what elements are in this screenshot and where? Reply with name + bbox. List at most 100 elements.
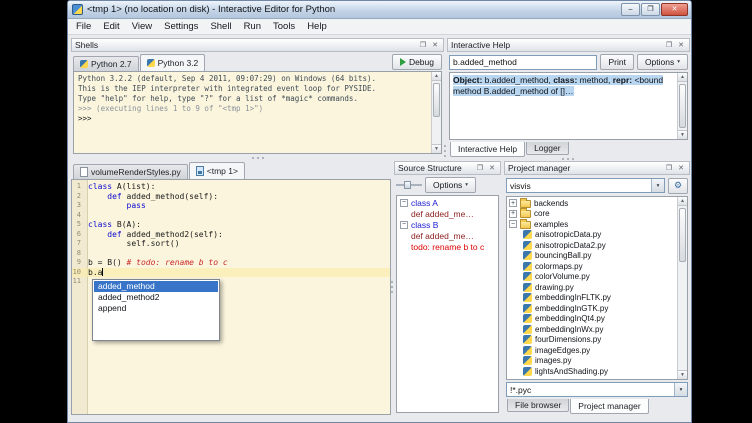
scrollbar-thumb[interactable]	[679, 84, 686, 128]
collapse-icon[interactable]: −	[400, 199, 408, 207]
autocomplete-item[interactable]: added_method	[94, 281, 218, 292]
menu-item-view[interactable]: View	[126, 20, 158, 33]
code-line[interactable]: 1class A(list):	[72, 182, 390, 192]
tree-item[interactable]: bouncingBall.py	[507, 251, 675, 262]
code-line[interactable]: 9b = B() # todo: rename b to c	[72, 258, 390, 268]
shell-tab[interactable]: Python 3.2	[140, 54, 206, 71]
tree-item[interactable]: embeddingInWx.py	[507, 324, 675, 335]
menu-item-file[interactable]: File	[70, 20, 97, 33]
splitter-handle[interactable]	[390, 275, 394, 299]
print-button[interactable]: Print	[600, 54, 633, 70]
structure-item[interactable]: def added_me…	[397, 208, 498, 219]
maximize-button[interactable]: ❐	[641, 3, 660, 16]
close-button[interactable]: ✕	[661, 3, 688, 16]
project-select[interactable]: visvis ▾	[506, 178, 665, 193]
help-dock-tab[interactable]: Logger	[526, 142, 568, 155]
autocomplete-item[interactable]: added_method2	[94, 292, 218, 303]
tool-dock-tab[interactable]: Project manager	[570, 399, 648, 414]
help-dock-tab[interactable]: Interactive Help	[450, 142, 525, 157]
depth-slider[interactable]	[396, 180, 422, 190]
project-config-button[interactable]: ⚙	[668, 178, 688, 194]
menu-item-help[interactable]: Help	[301, 20, 333, 33]
shell-tab[interactable]: Python 2.7	[73, 56, 139, 71]
tree-item[interactable]: embeddingInQt4.py	[507, 314, 675, 325]
float-icon[interactable]: ❐	[664, 41, 674, 49]
close-icon[interactable]: ✕	[487, 164, 497, 172]
chevron-down-icon[interactable]: ▾	[674, 383, 687, 396]
code-line[interactable]: 3 pass	[72, 201, 390, 211]
close-icon[interactable]: ✕	[676, 41, 686, 49]
collapse-icon[interactable]: −	[400, 221, 408, 229]
menu-item-shell[interactable]: Shell	[204, 20, 237, 33]
slider-handle[interactable]	[404, 181, 411, 189]
debug-button[interactable]: Debug	[392, 54, 442, 70]
tree-item[interactable]: anisotropicData.py	[507, 230, 675, 241]
tree-item[interactable]: embeddingInFLTK.py	[507, 293, 675, 304]
tree-item[interactable]: embeddingInGTK.py	[507, 303, 675, 314]
code-editor[interactable]: 1class A(list):2 def added_method(self):…	[71, 179, 391, 415]
expander-icon[interactable]: +	[509, 199, 517, 207]
splitter-handle[interactable]	[246, 156, 270, 160]
scroll-down-icon[interactable]: ▼	[678, 370, 687, 379]
tree-item[interactable]: anisotropicData2.py	[507, 240, 675, 251]
source-structure-titlebar[interactable]: Source Structure ❐ ✕	[394, 161, 501, 175]
structure-item[interactable]: −class B	[397, 219, 498, 230]
code-line[interactable]: 7 self.sort()	[72, 239, 390, 249]
tool-dock-tab[interactable]: File browser	[507, 399, 569, 412]
structure-options-button[interactable]: Options ▾	[425, 177, 476, 193]
minimize-button[interactable]: –	[621, 3, 640, 16]
menu-item-tools[interactable]: Tools	[267, 20, 301, 33]
structure-item[interactable]: −class A	[397, 197, 498, 208]
scrollbar-thumb[interactable]	[679, 208, 686, 262]
shell-output[interactable]: Python 3.2.2 (default, Sep 4 2011, 09:07…	[73, 71, 442, 154]
code-line[interactable]: 2 def added_method(self):	[72, 192, 390, 202]
code-line[interactable]: 5class B(A):	[72, 220, 390, 230]
structure-item[interactable]: def added_me…	[397, 230, 498, 241]
tree-item[interactable]: colormaps.py	[507, 261, 675, 272]
tree-item[interactable]: drawing.py	[507, 282, 675, 293]
tree-item[interactable]: fourDimensions.py	[507, 335, 675, 346]
title-bar[interactable]: <tmp 1> (no location on disk) - Interact…	[68, 1, 691, 19]
project-file-tree[interactable]: +backends+core−examplesanisotropicData.p…	[506, 196, 688, 380]
scroll-up-icon[interactable]: ▲	[432, 72, 441, 81]
editor-tab[interactable]: volumeRenderStyles.py	[73, 164, 188, 179]
shell-scrollbar[interactable]: ▲ ▼	[431, 72, 441, 153]
expander-icon[interactable]: +	[509, 210, 517, 218]
float-icon[interactable]: ❐	[664, 164, 674, 172]
editor-tab[interactable]: <tmp 1>	[189, 162, 245, 179]
project-manager-titlebar[interactable]: Project manager ❐ ✕	[504, 161, 690, 175]
help-query-input[interactable]	[449, 55, 597, 70]
tree-item[interactable]: lightsAndShading.py	[507, 366, 675, 377]
float-icon[interactable]: ❐	[475, 164, 485, 172]
tree-item[interactable]: imageEdges.py	[507, 345, 675, 356]
code-line[interactable]: 6 def added_method2(self):	[72, 230, 390, 240]
scroll-down-icon[interactable]: ▼	[678, 130, 687, 139]
scroll-up-icon[interactable]: ▲	[678, 73, 687, 82]
shells-panel-titlebar[interactable]: Shells ❐ ✕	[71, 38, 444, 52]
project-tree-scrollbar[interactable]: ▲ ▼	[677, 197, 687, 379]
file-filter-select[interactable]: !*.pyc ▾	[506, 382, 688, 397]
code-line[interactable]: 8	[72, 249, 390, 259]
splitter-handle[interactable]	[443, 139, 447, 163]
help-options-button[interactable]: Options ▾	[637, 54, 688, 70]
tree-item[interactable]: −examples	[507, 219, 675, 230]
close-icon[interactable]: ✕	[676, 164, 686, 172]
chevron-down-icon[interactable]: ▾	[651, 179, 664, 192]
tree-item[interactable]: +backends	[507, 198, 675, 209]
interactive-help-titlebar[interactable]: Interactive Help ❐ ✕	[447, 38, 690, 52]
menu-item-settings[interactable]: Settings	[158, 20, 204, 33]
scrollbar-thumb[interactable]	[433, 83, 440, 117]
scroll-down-icon[interactable]: ▼	[432, 144, 441, 153]
menu-item-run[interactable]: Run	[238, 20, 267, 33]
structure-item[interactable]: todo: rename b to c	[397, 241, 498, 252]
autocomplete-item[interactable]: append	[94, 303, 218, 314]
scroll-up-icon[interactable]: ▲	[678, 197, 687, 206]
tree-item[interactable]: colorVolume.py	[507, 272, 675, 283]
code-line[interactable]: 10b.a	[72, 268, 390, 278]
expander-icon[interactable]: −	[509, 220, 517, 228]
help-result-area[interactable]: Object: b.added_method, class: method, r…	[449, 72, 688, 140]
help-scrollbar[interactable]: ▲ ▼	[677, 73, 687, 139]
code-line[interactable]: 4	[72, 211, 390, 221]
close-icon[interactable]: ✕	[430, 41, 440, 49]
source-structure-tree[interactable]: −class Adef added_me…−class Bdef added_m…	[396, 195, 499, 413]
